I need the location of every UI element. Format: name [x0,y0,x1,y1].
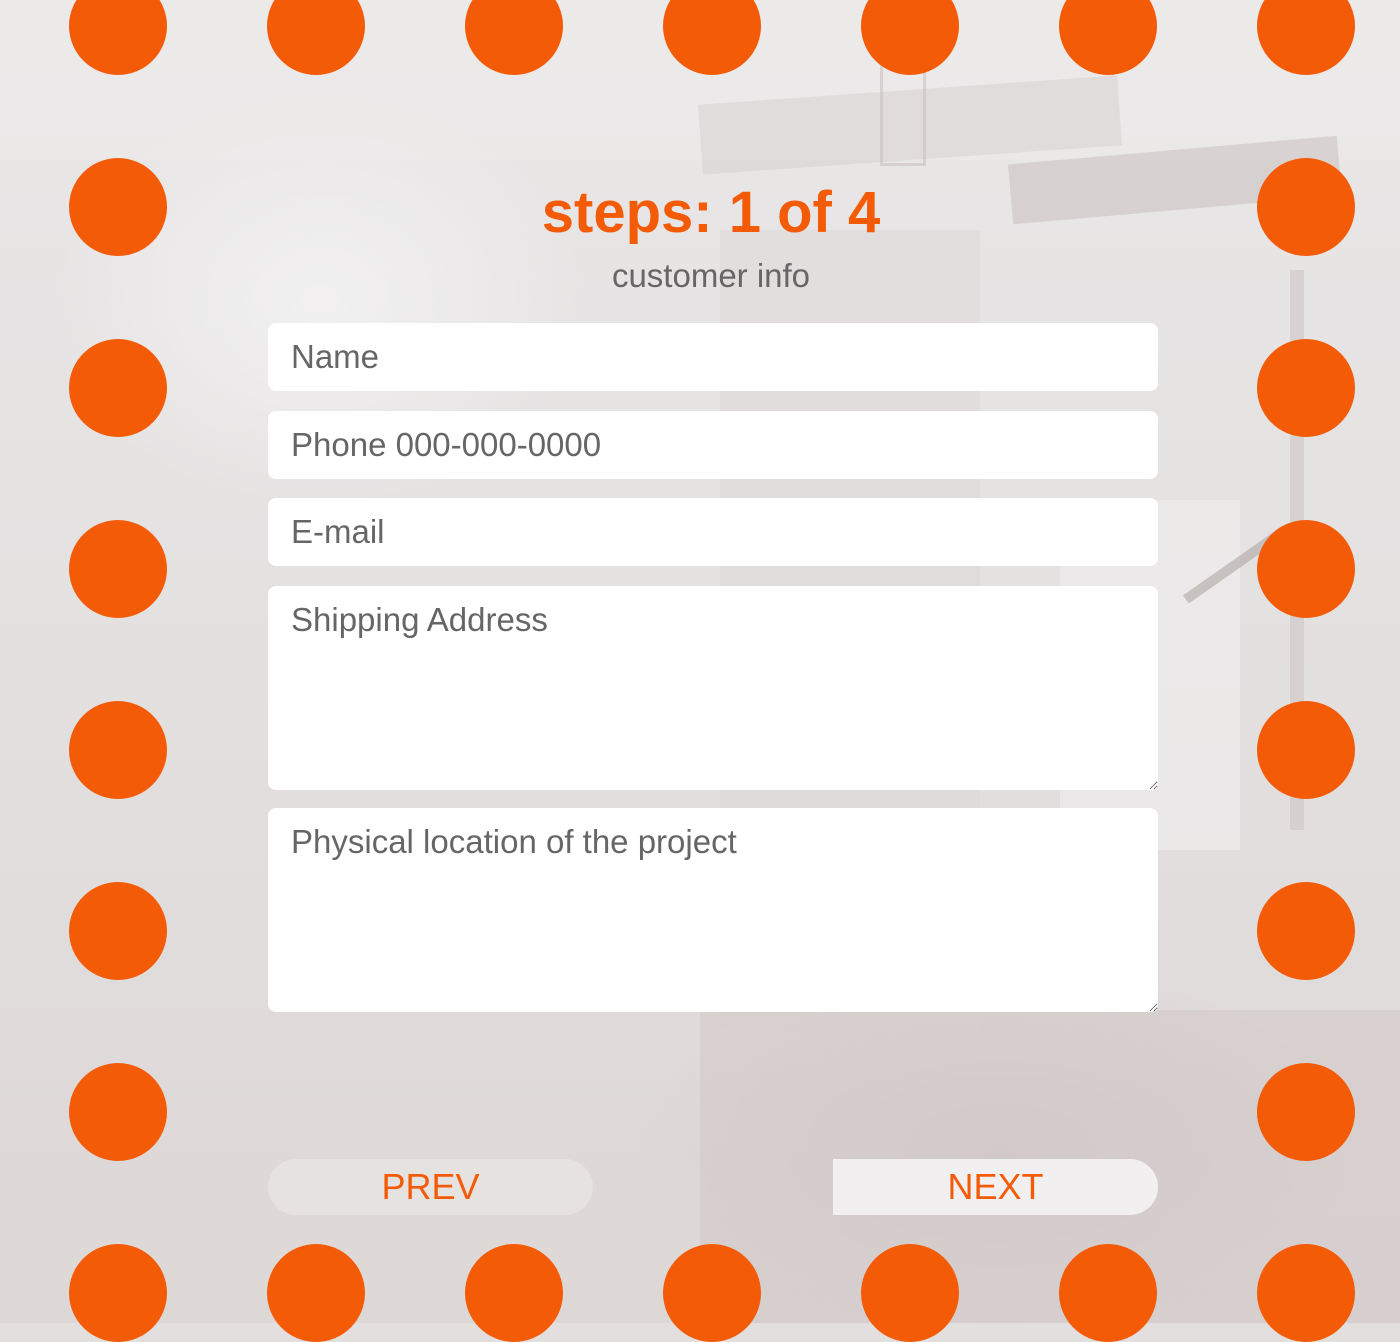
decorative-dot [465,1244,563,1342]
decorative-dot [69,339,167,437]
decorative-dot [1257,1063,1355,1161]
name-input[interactable] [268,323,1158,391]
decorative-dot [69,701,167,799]
decorative-dot [69,1063,167,1161]
decorative-dot [1257,339,1355,437]
decorative-dot [1257,520,1355,618]
step-subtitle: customer info [611,257,811,294]
prev-button[interactable]: PREV [268,1159,593,1215]
decorative-dot [1257,882,1355,980]
decorative-dot [861,1244,959,1342]
decorative-dot [1257,701,1355,799]
phone-input[interactable] [268,411,1158,479]
decorative-dot [1257,1244,1355,1342]
email-input[interactable] [268,498,1158,566]
bg-shape [880,60,926,166]
decorative-dot [1059,1244,1157,1342]
decorative-dot [267,1244,365,1342]
decorative-dot [69,1244,167,1342]
shipping-address-textarea[interactable] [268,586,1158,790]
page-title: steps: 1 of 4 [541,180,881,245]
next-button[interactable]: NEXT [833,1159,1158,1215]
decorative-dot [69,882,167,980]
decorative-dot [69,520,167,618]
project-location-textarea[interactable] [268,808,1158,1012]
decorative-dot [663,1244,761,1342]
